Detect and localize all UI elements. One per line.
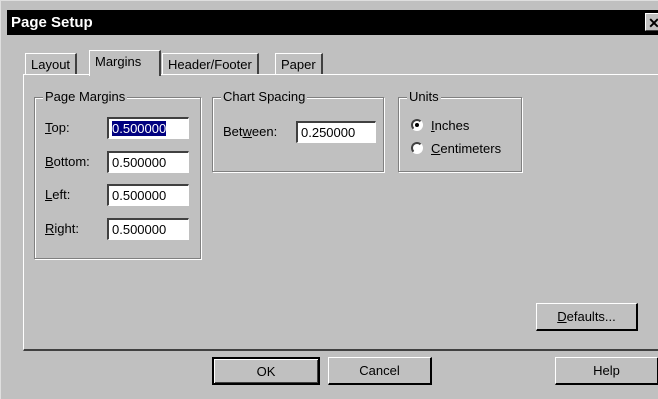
right-label: Right: — [45, 221, 79, 236]
tab-label: Paper — [281, 57, 316, 72]
left-margin-input[interactable]: 0.500000 — [107, 184, 189, 206]
chart-spacing-group: Chart Spacing Between: 0.250000 — [212, 89, 384, 172]
tab-label: Layout — [31, 57, 71, 72]
tab-header-footer[interactable]: Header/Footer — [162, 53, 259, 75]
radio-checked-icon — [411, 119, 423, 131]
top-label: Top: — [45, 120, 70, 135]
units-group: Units Inches Centimeters — [398, 89, 522, 172]
page-margins-group-label: Page Margins — [43, 89, 128, 104]
close-button[interactable]: ✕ — [645, 13, 658, 31]
tab-margins[interactable]: Margins — [89, 50, 161, 76]
window-title: Page Setup — [11, 14, 93, 31]
page-margins-group: Page Margins Top: 0.500000 Bottom: 0.500… — [34, 89, 201, 259]
tab-paper[interactable]: Paper — [275, 53, 323, 75]
cancel-button[interactable]: Cancel — [328, 357, 432, 385]
top-margin-input[interactable]: 0.500000 — [107, 117, 189, 139]
margins-tab-panel: Page Margins Top: 0.500000 Bottom: 0.500… — [23, 74, 658, 351]
between-label: Between: — [223, 124, 278, 139]
title-bar[interactable]: Page Setup ✕ — [7, 10, 658, 35]
between-input[interactable]: 0.250000 — [296, 121, 376, 143]
bottom-margin-input[interactable]: 0.500000 — [107, 151, 189, 173]
defaults-button[interactable]: Defaults... — [536, 303, 638, 331]
tab-layout[interactable]: Layout — [25, 53, 78, 75]
right-margin-input[interactable]: 0.500000 — [107, 218, 189, 240]
help-button[interactable]: Help — [555, 357, 658, 385]
units-group-label: Units — [407, 89, 441, 104]
close-icon: ✕ — [648, 15, 658, 31]
page-setup-dialog: Page Setup ✕ Layout Margins Header/Foote… — [0, 0, 658, 399]
left-label: Left: — [45, 187, 71, 202]
tab-label: Header/Footer — [168, 57, 252, 72]
ok-button[interactable]: OK — [212, 357, 320, 385]
tab-label: Margins — [95, 54, 142, 69]
chart-spacing-group-label: Chart Spacing — [221, 89, 308, 104]
bottom-label: Bottom: — [45, 154, 90, 169]
radio-unchecked-icon — [411, 142, 423, 154]
